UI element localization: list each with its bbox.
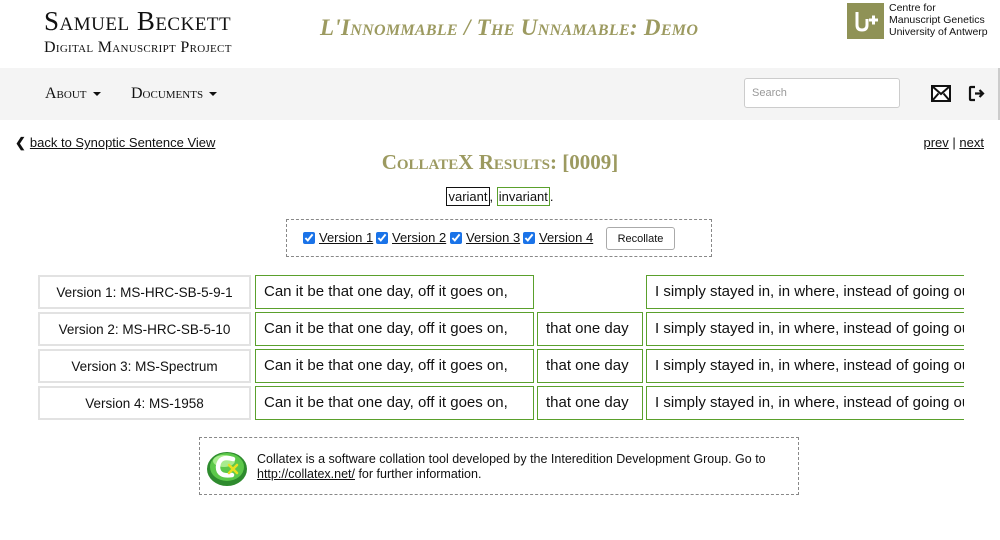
version-3-checkbox-input[interactable] (450, 231, 462, 244)
legend-invariant: invariant (496, 187, 550, 206)
cmg-line: University of Antwerp (889, 26, 988, 38)
collatex-info: Collatex is a software collation tool de… (199, 437, 799, 495)
chevron-left-icon[interactable]: ❮ (15, 135, 26, 151)
legend-period: . (549, 189, 554, 204)
site-header: Samuel Beckett Digital Manuscript Projec… (0, 0, 1000, 68)
version-label: Version 1: MS-HRC-SB-5-9-1 (38, 275, 251, 309)
back-link-label[interactable]: back to Synoptic Sentence View (30, 135, 216, 150)
recollate-button[interactable]: Recollate (606, 227, 675, 250)
demo-title: L'Innommable / The Unnamable: Demo (320, 15, 699, 40)
sign-out-icon[interactable] (968, 85, 986, 107)
table-row: Version 4: MS-1958 Can it be that one da… (36, 386, 964, 420)
collatex-logo-icon (205, 445, 249, 489)
collatex-text: Collatex is a software collation tool de… (257, 452, 766, 466)
version-label: Version 4: MS-1958 (38, 386, 251, 420)
segment-cell: that one day (537, 349, 643, 383)
collatex-description: Collatex is a software collation tool de… (257, 452, 792, 482)
table-row: Version 3: MS-Spectrum Can it be that on… (36, 349, 964, 383)
table-row: Version 2: MS-HRC-SB-5-10 Can it be that… (36, 312, 964, 346)
segment-cell: that one day (537, 386, 643, 420)
about-menu-label[interactable]: About (45, 85, 87, 102)
documents-menu-label[interactable]: Documents (131, 85, 203, 102)
navbar: About Documents (0, 68, 1000, 120)
segment-cell: I simply stayed in, in where, instead of… (646, 386, 964, 420)
version-2-label[interactable]: Version 2 (392, 230, 446, 245)
version-3-label[interactable]: Version 3 (466, 230, 520, 245)
envelope-icon[interactable] (931, 85, 951, 107)
legend: variant, invariant. (0, 187, 1000, 206)
version-4-checkbox[interactable]: Version 4 (523, 230, 593, 245)
version-controls: Version 1 Version 2 Version 3 Version 4 … (286, 219, 712, 257)
segment-cell: Can it be that one day, off it goes on, (255, 312, 534, 346)
segment-cell: that one day (537, 312, 643, 346)
segment-cell: Can it be that one day, off it goes on, (255, 349, 534, 383)
collatex-link[interactable]: http://collatex.net/ (257, 467, 355, 481)
back-link[interactable]: ❮ back to Synoptic Sentence View (15, 135, 215, 151)
cmg-line: Centre for (889, 2, 936, 14)
version-1-label[interactable]: Version 1 (319, 230, 373, 245)
site-title-line2[interactable]: Digital Manuscript Project (44, 40, 232, 56)
segment-cell: I simply stayed in, in where, instead of… (646, 349, 964, 383)
next-link[interactable]: next (959, 135, 984, 150)
chevron-down-icon[interactable] (92, 92, 101, 97)
segment-cell: Can it be that one day, off it goes on, (255, 275, 534, 309)
version-1-checkbox[interactable]: Version 1 (303, 230, 373, 245)
site-title[interactable]: Samuel Beckett Digital Manuscript Projec… (44, 8, 232, 56)
version-1-checkbox-input[interactable] (303, 231, 315, 244)
site-title-line1[interactable]: Samuel Beckett (44, 8, 232, 35)
pager-separator: | (952, 135, 956, 150)
segment-cell: Can it be that one day, off it goes on, (255, 386, 534, 420)
about-menu[interactable]: About (45, 85, 101, 103)
segment-cell: I simply stayed in, in where, instead of… (646, 275, 964, 309)
prev-link[interactable]: prev (923, 135, 948, 150)
pager: prev | next (923, 135, 984, 150)
version-label: Version 3: MS-Spectrum (38, 349, 251, 383)
version-label: Version 2: MS-HRC-SB-5-10 (38, 312, 251, 346)
cmg-line: Manuscript Genetics (889, 14, 985, 26)
version-2-checkbox[interactable]: Version 2 (376, 230, 446, 245)
cmg-text: Centre for Manuscript Genetics Universit… (889, 2, 988, 38)
version-3-checkbox[interactable]: Version 3 (450, 230, 520, 245)
collation-table[interactable]: Version 1: MS-HRC-SB-5-9-1 Can it be tha… (36, 273, 964, 421)
legend-comma: , (489, 189, 494, 204)
version-4-checkbox-input[interactable] (523, 231, 535, 244)
chevron-down-icon[interactable] (209, 92, 218, 97)
cmg-logo-icon[interactable] (847, 3, 884, 39)
version-4-label[interactable]: Version 4 (539, 230, 593, 245)
page-title: CollateX Results: [0009] (381, 150, 619, 174)
version-2-checkbox-input[interactable] (376, 231, 388, 244)
collatex-text-after: for further information. (354, 467, 482, 481)
legend-variant: variant (446, 187, 490, 206)
segment-cell-empty (537, 275, 643, 309)
table-row: Version 1: MS-HRC-SB-5-9-1 Can it be tha… (36, 275, 964, 309)
search-input[interactable] (744, 78, 900, 108)
documents-menu[interactable]: Documents (131, 85, 218, 103)
segment-cell: I simply stayed in, in where, instead of… (646, 312, 964, 346)
